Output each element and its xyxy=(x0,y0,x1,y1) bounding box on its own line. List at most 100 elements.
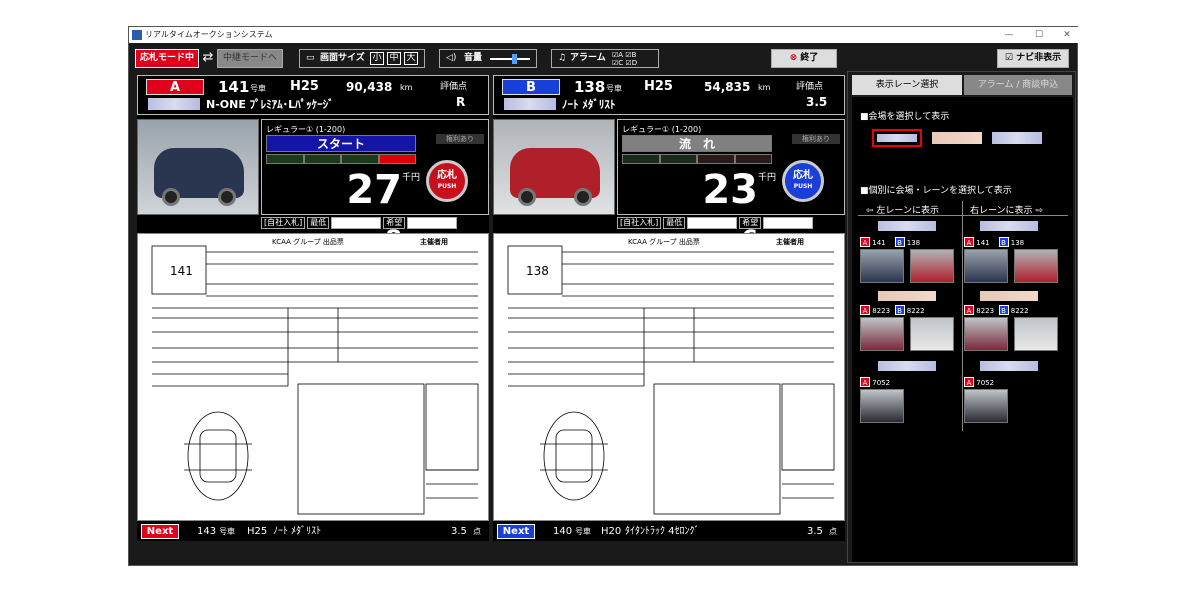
lane-a-mileage: 90,438 xyxy=(346,80,393,94)
lane-b-mileage: 54,835 xyxy=(704,80,751,94)
push-sub: PUSH xyxy=(793,183,813,190)
push-sub: PUSH xyxy=(437,183,457,190)
kenri-label: 権利あり xyxy=(436,134,484,144)
next-score-unit: 点 xyxy=(473,527,481,536)
close-circle-icon: ⊗ xyxy=(789,53,798,63)
lane-divider xyxy=(962,201,963,431)
thumb-car[interactable] xyxy=(964,317,1008,351)
progress-bars xyxy=(266,154,416,164)
next-unit: 号車 xyxy=(575,527,591,536)
lane-a-bid-box: レギュラー① (1-200) 権利あり スタート 27 8 千円 応札 PUSH xyxy=(261,119,489,253)
lane-a-mileage-unit: km xyxy=(400,83,413,92)
thumb-header: A 8223 B 8222 xyxy=(964,305,1064,315)
lane-b-bid-box: レギュラー① (1-200) 権利あり 流 れ 23 6 千円 応札 PUSH xyxy=(617,119,845,253)
bid-push-button[interactable]: 応札 PUSH xyxy=(782,160,824,202)
thumb-car[interactable] xyxy=(1014,249,1058,283)
thumb-car[interactable] xyxy=(964,249,1008,283)
venue-button[interactable] xyxy=(992,132,1042,144)
navi-content: ■会場を選択して表示 ■個別に会場・レーンを選択して表示 ⇦ 左レーンに表示 右… xyxy=(852,97,1073,562)
bid-push-button[interactable]: 応札 PUSH xyxy=(426,160,468,202)
venue-name-blurred xyxy=(504,98,556,110)
thumb-number: 138 xyxy=(906,239,921,247)
thumb-car[interactable] xyxy=(910,249,954,283)
alarm-checkbox-grid[interactable]: ☑A ☑B ☑C ☑D xyxy=(612,51,656,67)
thumb-number: 8222 xyxy=(906,307,925,315)
venue-button[interactable] xyxy=(932,132,982,144)
thumb-car[interactable] xyxy=(910,317,954,351)
size-small-button[interactable]: 小 xyxy=(370,52,384,65)
next-number: 143 xyxy=(197,526,217,537)
thumb-header: A 7052 xyxy=(860,377,960,387)
volume-label: 音量 xyxy=(464,53,483,63)
lane-a-panel: A 141 号車 H25 90,438 km 評価点 N-ONE ﾌﾟﾚﾐｱﾑ･… xyxy=(137,75,489,541)
next-badge: Next xyxy=(497,524,535,539)
volume-slider-thumb[interactable] xyxy=(512,54,517,64)
sheet-title: KCAA グループ 出品票 xyxy=(628,238,700,246)
lane-a-car-photo xyxy=(137,119,259,215)
end-button[interactable]: ⊗ 終了 xyxy=(771,49,837,68)
lane-b-mini: B xyxy=(894,305,905,315)
thumb-car[interactable] xyxy=(964,389,1008,423)
thumb-car[interactable] xyxy=(1014,317,1058,351)
hope-input[interactable] xyxy=(407,217,458,229)
minimize-button[interactable]: — xyxy=(997,27,1021,43)
thumb-header: A 141 B 138 xyxy=(860,237,960,247)
maximize-button[interactable]: ☐ xyxy=(1027,27,1051,43)
relay-mode-button[interactable]: 中継モードへ xyxy=(217,49,283,68)
lane-b-year: H25 xyxy=(644,79,673,94)
tab-display-lane[interactable]: 表示レーン選択 xyxy=(852,75,962,95)
price-main: 27 xyxy=(346,167,402,213)
hope-input[interactable] xyxy=(763,217,814,229)
lane-a-mini: A xyxy=(964,377,974,387)
alarm-d[interactable]: D xyxy=(632,59,637,67)
min-label: 最低 xyxy=(663,217,686,229)
thumb-car[interactable] xyxy=(860,317,904,351)
price-main: 23 xyxy=(702,167,758,213)
thumb-number: 7052 xyxy=(976,379,995,387)
thumb-header: A 8223 B 8222 xyxy=(860,305,960,315)
wheel xyxy=(218,188,236,206)
price-unit: 千円 xyxy=(402,173,421,183)
bid-mode-button[interactable]: 応札モード中 xyxy=(135,49,199,68)
min-input[interactable] xyxy=(331,217,382,229)
thumb-car[interactable] xyxy=(860,389,904,423)
venue-button-selected[interactable] xyxy=(872,129,922,147)
lane-a-score-label: 評価点 xyxy=(440,82,468,92)
thumb-number: 7052 xyxy=(872,379,891,387)
lane-a-header: A 141 号車 H25 90,438 km 評価点 N-ONE ﾌﾟﾚﾐｱﾑ･… xyxy=(137,75,489,115)
size-large-button[interactable]: 大 xyxy=(404,52,418,65)
bar xyxy=(341,154,379,164)
own-bid-label: [自社入札] xyxy=(261,217,306,229)
alarm-b[interactable]: B xyxy=(632,51,637,59)
kenri-label: 権利あり xyxy=(792,134,840,144)
venue-blurred xyxy=(980,361,1038,371)
auction-state: 流 れ xyxy=(622,135,772,152)
next-unit: 号車 xyxy=(219,527,235,536)
alarm-group: ♫ アラーム ☑A ☑B ☑C ☑D xyxy=(551,49,659,68)
lane-a-model: N-ONE ﾌﾟﾚﾐｱﾑ･Lﾊﾟｯｹｰｼﾞ xyxy=(206,98,334,111)
sheet-shunin: 主催者用 xyxy=(776,238,804,246)
next-score: 3.5 xyxy=(451,526,467,537)
bar xyxy=(266,154,304,164)
bar xyxy=(622,154,660,164)
swap-mode-icon[interactable]: ⇄ xyxy=(201,49,215,68)
close-window-button[interactable]: ✕ xyxy=(1055,27,1079,43)
thumb-car[interactable] xyxy=(860,249,904,283)
lane-b-badge: B xyxy=(502,79,560,95)
volume-slider[interactable] xyxy=(490,58,530,60)
navi-panel: 表示レーン選択 アラーム / 商談申込 ■会場を選択して表示 ■個別に会場・レー… xyxy=(847,71,1076,563)
alarm-c[interactable]: C xyxy=(618,59,623,67)
alarm-a[interactable]: A xyxy=(618,51,623,59)
min-input[interactable] xyxy=(687,217,738,229)
tab-alarm-negotiation[interactable]: アラーム / 商談申込 xyxy=(964,75,1072,95)
lane-b-panel: B 138 号車 H25 54,835 km 評価点 ﾉｰﾄ ﾒﾀﾞﾘｽﾄ 3.… xyxy=(493,75,845,541)
size-medium-button[interactable]: 中 xyxy=(387,52,401,65)
next-bar: Next 140 号車 H20 ﾀｲﾀﾝﾄﾗｯｸ 4ｾﾛﾝｸﾞ 3.5 点 xyxy=(493,523,845,541)
navi-hide-button[interactable]: ☑ ナビ非表示 xyxy=(997,49,1069,68)
push-label: 応札 xyxy=(793,170,813,181)
lane-a-mini: A xyxy=(964,237,974,247)
price-unit: 千円 xyxy=(758,173,777,183)
hope-label: 希望 xyxy=(739,217,762,229)
next-year: H20 xyxy=(601,526,622,537)
hope-label: 希望 xyxy=(383,217,406,229)
